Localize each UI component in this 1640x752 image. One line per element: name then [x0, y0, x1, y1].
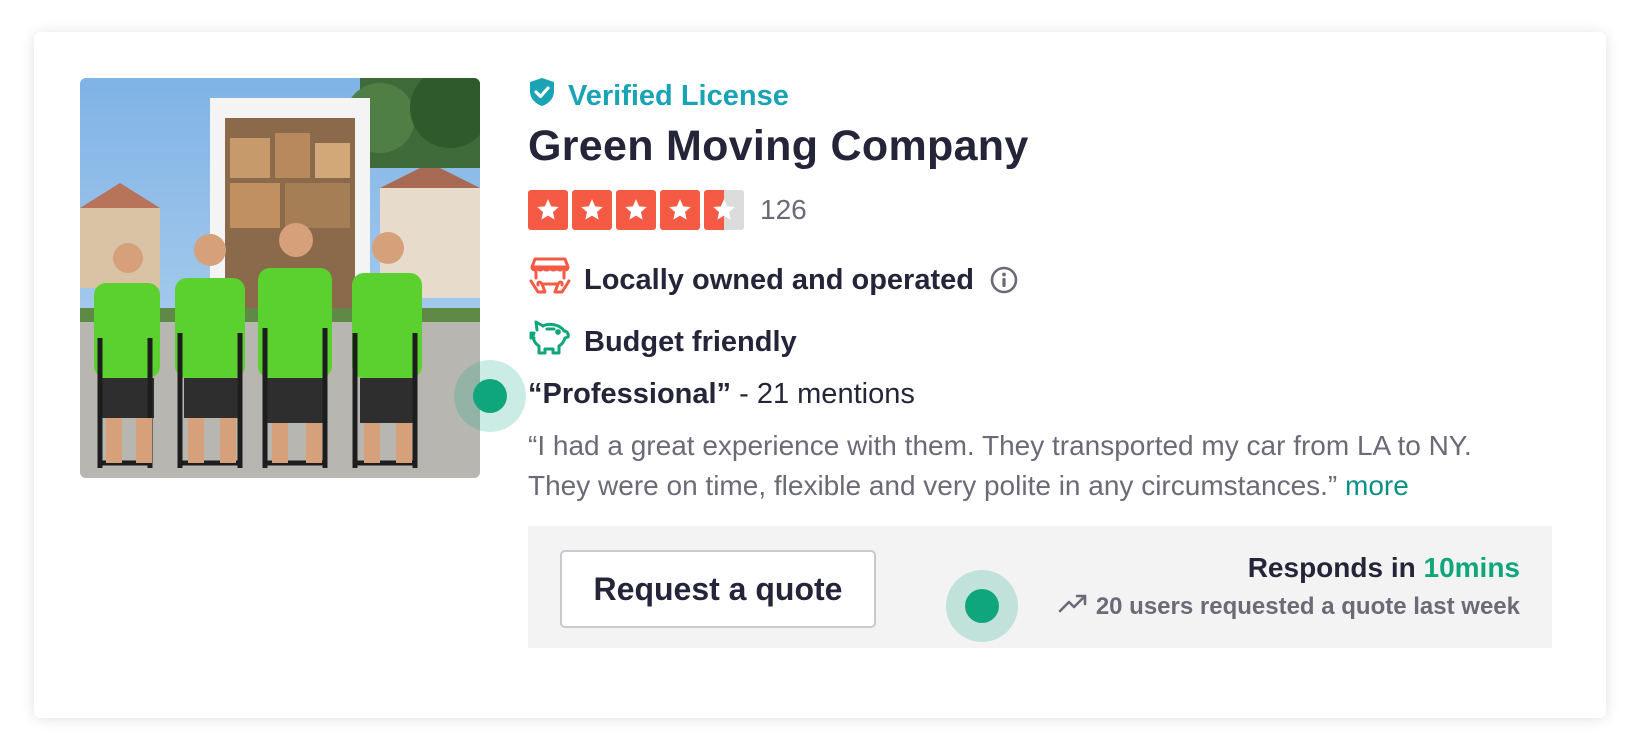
- mention-hotspot[interactable]: [454, 360, 526, 432]
- feature-locally-owned: Locally owned and operated: [528, 254, 1018, 306]
- mention-count: - 21 mentions: [739, 378, 915, 410]
- star-icon: [572, 190, 612, 230]
- quote-action-bar: Request a quote Responds in 10mins 20 us…: [528, 526, 1552, 648]
- local-owner-icon: [528, 254, 572, 306]
- more-link[interactable]: more: [1345, 470, 1409, 501]
- review-quote-text: “I had a great experience with them. The…: [528, 430, 1472, 501]
- feature-label: Locally owned and operated: [584, 263, 974, 296]
- star-rating: 126: [528, 190, 807, 230]
- stars-group: [528, 190, 744, 230]
- mention-keyword: “Professional”: [528, 378, 732, 410]
- response-time: Responds in 10mins: [1248, 552, 1520, 584]
- company-name[interactable]: Green Moving Company: [528, 122, 1029, 171]
- review-count[interactable]: 126: [760, 194, 807, 226]
- verified-license-badge: Verified License: [528, 78, 789, 114]
- hotspot-dot: [473, 379, 507, 413]
- requests-hotspot[interactable]: [946, 570, 1018, 642]
- mover-listing-card: Verified License Green Moving Company 12…: [34, 32, 1606, 718]
- info-icon[interactable]: [990, 266, 1018, 294]
- company-photo: [80, 78, 480, 478]
- feature-budget-friendly: Budget friendly: [528, 316, 797, 368]
- quote-requests-text: 20 users requested a quote last week: [1095, 592, 1520, 620]
- responds-prefix: Responds in: [1247, 552, 1424, 583]
- responds-time: 10mins: [1423, 552, 1521, 583]
- request-quote-button[interactable]: Request a quote: [560, 550, 876, 628]
- quote-requests-info: 20 users requested a quote last week: [1058, 592, 1520, 621]
- star-icon: [660, 190, 700, 230]
- verified-license-label: Verified License: [568, 79, 789, 112]
- hotspot-dot: [965, 589, 999, 623]
- half-star-icon: [704, 190, 744, 230]
- piggy-bank-icon: [528, 316, 572, 368]
- star-icon: [616, 190, 656, 230]
- mention-summary: “Professional” - 21 mentions: [528, 378, 915, 411]
- review-quote: “I had a great experience with them. The…: [528, 426, 1538, 506]
- shield-check-icon: [528, 77, 556, 115]
- star-icon: [528, 190, 568, 230]
- trending-up-icon: [1058, 592, 1088, 621]
- feature-label: Budget friendly: [584, 325, 797, 358]
